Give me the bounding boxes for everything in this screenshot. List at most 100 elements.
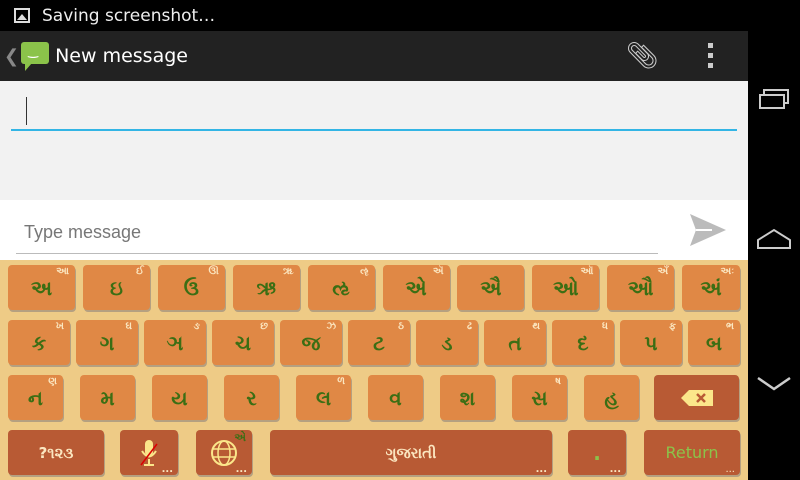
key-row3-5[interactable]: લળ	[296, 375, 351, 420]
key-row3-1[interactable]: નણ	[8, 375, 63, 420]
back-icon[interactable]: ❮	[4, 46, 19, 67]
attach-icon[interactable]: 📎︎	[626, 41, 659, 71]
key-label: ય	[171, 385, 188, 410]
backspace-key[interactable]	[654, 375, 739, 420]
key-row2-9[interactable]: દધ	[552, 320, 614, 365]
key-row2-4[interactable]: ચછ	[212, 320, 274, 365]
key-hint: ઙ	[193, 321, 200, 332]
return-key[interactable]: Return...	[644, 430, 740, 475]
key-hint: ૡ	[360, 266, 369, 277]
key-hint: ખ	[55, 321, 64, 332]
key-label: ઞ	[166, 330, 184, 355]
key-row2-8[interactable]: તથ	[484, 320, 546, 365]
key-label: મ	[100, 385, 115, 410]
key-row3-4[interactable]: ર	[224, 375, 279, 420]
key-label: ઌ	[332, 275, 350, 300]
key-row3-7[interactable]: શ	[440, 375, 495, 420]
key-9[interactable]: ઔ અઁ	[607, 265, 675, 310]
key-label: જ	[301, 330, 321, 355]
key-hint: ધ	[602, 321, 608, 332]
key-label: ઔ	[627, 275, 654, 300]
symbols-key[interactable]: ?૧૨૩	[8, 430, 104, 475]
gujarati-keyboard: અ આ ઇ ઈ ઉ ઊ ઋ ૠ ઌ ૡ એ ઍ ઐ ઓ ઑ ઔ અઁ અં અઃ ક ખ ગ ઘ ઞ ઙ ચ છ જ ઝ ટ ઠ ડ ઢ ત થ દ ધ…	[0, 260, 748, 480]
key-6[interactable]: એઍ	[382, 265, 450, 310]
key-2[interactable]: ઇઈ	[82, 265, 150, 310]
key-row3-3[interactable]: ય	[152, 375, 207, 420]
key-hint: ળ	[337, 376, 345, 387]
key-row2-2[interactable]: ગઘ	[76, 320, 138, 365]
key-label: .	[593, 440, 601, 465]
voice-input-key[interactable]: ...	[120, 430, 178, 475]
key-row2-11[interactable]: બભ	[688, 320, 740, 365]
key-label: અં	[700, 275, 722, 300]
space-key[interactable]: ગુજરાતી...	[270, 430, 552, 475]
key-hint: ઠ	[398, 321, 404, 332]
key-5[interactable]: ઌૡ	[307, 265, 375, 310]
key-label: ન	[28, 385, 43, 410]
key-label: હ	[604, 385, 619, 410]
key-hint: ઝ	[326, 321, 336, 332]
key-label: ઓ	[553, 275, 579, 300]
key-label: ઋ	[256, 275, 276, 300]
key-hint: અઁ	[657, 266, 669, 277]
key-hint: છ	[260, 321, 268, 332]
microphone-muted-icon	[140, 439, 158, 466]
action-bar: ❮ ‿ New message 📎︎	[0, 31, 748, 81]
key-row2-7[interactable]: ડઢ	[416, 320, 478, 365]
image-icon	[14, 8, 30, 23]
key-hint: ૠ	[282, 266, 294, 277]
key-hint: થ	[532, 321, 540, 332]
key-row2-1[interactable]: કખ	[8, 320, 70, 365]
key-7[interactable]: ઐ	[457, 265, 525, 310]
key-hint: અઃ	[720, 266, 735, 277]
key-label: ર	[246, 385, 257, 410]
key-10[interactable]: અં અઃ	[682, 265, 741, 310]
key-row2-3[interactable]: ઞઙ	[144, 320, 206, 365]
period-key[interactable]: ....	[568, 430, 626, 475]
key-label: સ	[531, 385, 548, 410]
key-row2-10[interactable]: પફ	[620, 320, 682, 365]
key-label: ક	[31, 330, 47, 355]
key-row3-9[interactable]: હ	[584, 375, 639, 420]
text-cursor	[26, 97, 27, 125]
compose-area	[0, 200, 748, 260]
more-indicator: ...	[535, 464, 547, 475]
key-hint: આ	[56, 266, 69, 277]
key-row2-6[interactable]: ટઠ	[348, 320, 410, 365]
back-nav-icon[interactable]	[756, 376, 792, 392]
recipient-input[interactable]	[11, 93, 737, 131]
home-icon[interactable]	[756, 228, 792, 250]
key-hint: ઍ	[432, 266, 444, 277]
status-bar: Saving screenshot…	[0, 0, 748, 31]
key-label: એ	[405, 275, 427, 300]
key-label: ત	[508, 330, 522, 355]
key-3[interactable]: ઉઊ	[157, 265, 225, 310]
key-row3-6[interactable]: વ	[368, 375, 423, 420]
key-label: શ	[459, 385, 476, 410]
key-label: બ	[705, 330, 723, 355]
key-4[interactable]: ઋૠ	[232, 265, 300, 310]
more-indicator: ...	[235, 464, 247, 475]
overflow-menu-icon[interactable]	[708, 43, 714, 68]
key-row3-2[interactable]: મ	[80, 375, 135, 420]
recipient-area	[0, 81, 748, 200]
key-label: ઉ	[183, 275, 199, 300]
messaging-app-icon[interactable]: ‿	[21, 42, 50, 71]
recent-apps-icon[interactable]	[758, 88, 790, 110]
key-hint: ઘ	[125, 321, 132, 332]
message-input[interactable]	[16, 212, 658, 254]
key-label: ટ	[373, 330, 385, 355]
language-switch-key[interactable]: એ...	[196, 430, 252, 475]
key-row2-5[interactable]: જઝ	[280, 320, 342, 365]
send-icon[interactable]	[688, 212, 728, 248]
key-label: પ	[644, 330, 658, 355]
key-hint: ઊ	[208, 266, 219, 277]
key-1[interactable]: અઆ	[8, 265, 75, 310]
key-8[interactable]: ઓઑ	[532, 265, 600, 310]
key-label: ગ	[99, 330, 115, 355]
key-label: Return	[665, 443, 719, 462]
key-hint: ણ	[48, 376, 57, 387]
navigation-bar	[748, 0, 800, 480]
key-row3-8[interactable]: સષ	[512, 375, 567, 420]
status-text: Saving screenshot…	[42, 5, 216, 26]
